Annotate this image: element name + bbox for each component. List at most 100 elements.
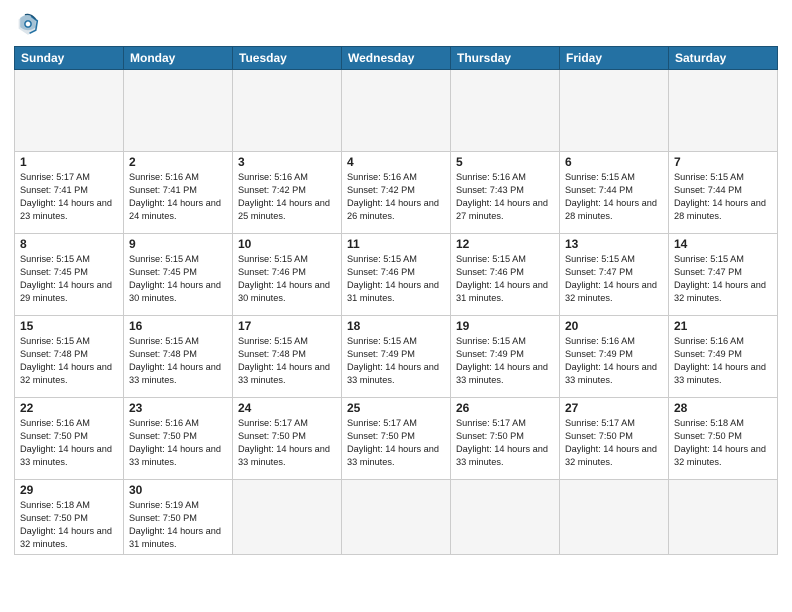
- day-number: 28: [674, 401, 772, 415]
- day-cell: [233, 480, 342, 555]
- day-number: 18: [347, 319, 445, 333]
- day-number: 27: [565, 401, 663, 415]
- day-cell: 18 Sunrise: 5:15 AMSunset: 7:49 PMDayligh…: [342, 316, 451, 398]
- col-header-friday: Friday: [560, 47, 669, 70]
- page: SundayMondayTuesdayWednesdayThursdayFrid…: [0, 0, 792, 612]
- day-cell: [669, 70, 778, 152]
- day-number: 29: [20, 483, 118, 497]
- cell-info: Sunrise: 5:16 AMSunset: 7:49 PMDaylight:…: [674, 335, 772, 387]
- day-cell: 4 Sunrise: 5:16 AMSunset: 7:42 PMDaylight…: [342, 152, 451, 234]
- col-header-monday: Monday: [124, 47, 233, 70]
- cell-info: Sunrise: 5:16 AMSunset: 7:49 PMDaylight:…: [565, 335, 663, 387]
- day-number: 1: [20, 155, 118, 169]
- day-number: 10: [238, 237, 336, 251]
- day-number: 24: [238, 401, 336, 415]
- cell-info: Sunrise: 5:17 AMSunset: 7:50 PMDaylight:…: [347, 417, 445, 469]
- cell-info: Sunrise: 5:15 AMSunset: 7:44 PMDaylight:…: [565, 171, 663, 223]
- day-cell: 19Sunrise: 5:15 AMSunset: 7:49 PMDayligh…: [451, 316, 560, 398]
- day-cell: 8Sunrise: 5:15 AMSunset: 7:45 PMDaylight…: [15, 234, 124, 316]
- cell-info: Sunrise: 5:15 AMSunset: 7:47 PMDaylight:…: [674, 253, 772, 305]
- col-header-thursday: Thursday: [451, 47, 560, 70]
- cell-info: Sunrise: 5:16 AMSunset: 7:42 PMDaylight:…: [238, 171, 336, 223]
- day-number: 17: [238, 319, 336, 333]
- day-cell: [124, 70, 233, 152]
- day-number: 7: [674, 155, 772, 169]
- calendar: SundayMondayTuesdayWednesdayThursdayFrid…: [14, 46, 778, 555]
- day-number: 6: [565, 155, 663, 169]
- day-cell: [560, 480, 669, 555]
- week-row-5: 29 Sunrise: 5:18 AMSunset: 7:50 PMDayligh…: [15, 480, 778, 555]
- day-number: 22: [20, 401, 118, 415]
- cell-info: Sunrise: 5:15 AMSunset: 7:48 PMDaylight:…: [20, 335, 118, 387]
- cell-info: Sunrise: 5:15 AMSunset: 7:47 PMDaylight:…: [565, 253, 663, 305]
- day-number: 12: [456, 237, 554, 251]
- day-cell: 21 Sunrise: 5:16 AMSunset: 7:49 PMDayligh…: [669, 316, 778, 398]
- cell-info: Sunrise: 5:15 AMSunset: 7:49 PMDaylight:…: [347, 335, 445, 387]
- day-cell: 2Sunrise: 5:16 AMSunset: 7:41 PMDaylight…: [124, 152, 233, 234]
- week-row-1: 1 Sunrise: 5:17 AMSunset: 7:41 PMDaylight…: [15, 152, 778, 234]
- day-cell: 7 Sunrise: 5:15 AMSunset: 7:44 PMDaylight…: [669, 152, 778, 234]
- day-number: 8: [20, 237, 118, 251]
- day-number: 9: [129, 237, 227, 251]
- cell-info: Sunrise: 5:19 AMSunset: 7:50 PMDaylight:…: [129, 499, 227, 551]
- day-cell: 10Sunrise: 5:15 AMSunset: 7:46 PMDayligh…: [233, 234, 342, 316]
- day-number: 21: [674, 319, 772, 333]
- day-number: 3: [238, 155, 336, 169]
- header-row: SundayMondayTuesdayWednesdayThursdayFrid…: [15, 47, 778, 70]
- cell-info: Sunrise: 5:15 AMSunset: 7:46 PMDaylight:…: [347, 253, 445, 305]
- day-cell: 1 Sunrise: 5:17 AMSunset: 7:41 PMDaylight…: [15, 152, 124, 234]
- day-cell: [451, 70, 560, 152]
- day-cell: 26 Sunrise: 5:17 AMSunset: 7:50 PMDayligh…: [451, 398, 560, 480]
- cell-info: Sunrise: 5:18 AMSunset: 7:50 PMDaylight:…: [20, 499, 118, 551]
- day-cell: 22 Sunrise: 5:16 AMSunset: 7:50 PMDayligh…: [15, 398, 124, 480]
- cell-info: Sunrise: 5:15 AMSunset: 7:46 PMDaylight:…: [456, 253, 554, 305]
- day-number: 20: [565, 319, 663, 333]
- day-number: 2: [129, 155, 227, 169]
- day-cell: 3 Sunrise: 5:16 AMSunset: 7:42 PMDaylight…: [233, 152, 342, 234]
- day-cell: 23 Sunrise: 5:16 AMSunset: 7:50 PMDayligh…: [124, 398, 233, 480]
- day-number: 5: [456, 155, 554, 169]
- cell-info: Sunrise: 5:18 AMSunset: 7:50 PMDaylight:…: [674, 417, 772, 469]
- logo: [14, 10, 46, 38]
- day-cell: [342, 480, 451, 555]
- cell-info: Sunrise: 5:17 AMSunset: 7:41 PMDaylight:…: [20, 171, 118, 223]
- week-row-3: 15 Sunrise: 5:15 AMSunset: 7:48 PMDayligh…: [15, 316, 778, 398]
- day-cell: [560, 70, 669, 152]
- day-cell: 15 Sunrise: 5:15 AMSunset: 7:48 PMDayligh…: [15, 316, 124, 398]
- day-cell: 30Sunrise: 5:19 AMSunset: 7:50 PMDayligh…: [124, 480, 233, 555]
- day-cell: 29 Sunrise: 5:18 AMSunset: 7:50 PMDayligh…: [15, 480, 124, 555]
- col-header-sunday: Sunday: [15, 47, 124, 70]
- week-row-2: 8 Sunrise: 5:15 AMSunset: 7:45 PMDaylight…: [15, 234, 778, 316]
- day-cell: [451, 480, 560, 555]
- day-number: 23: [129, 401, 227, 415]
- day-cell: 6 Sunrise: 5:15 AMSunset: 7:44 PMDaylight…: [560, 152, 669, 234]
- cell-info: Sunrise: 5:16 AMSunset: 7:42 PMDaylight:…: [347, 171, 445, 223]
- day-cell: 13Sunrise: 5:15 AMSunset: 7:47 PMDayligh…: [560, 234, 669, 316]
- cell-info: Sunrise: 5:17 AMSunset: 7:50 PMDaylight:…: [565, 417, 663, 469]
- day-cell: 12 Sunrise: 5:15 AMSunset: 7:46 PMDayligh…: [451, 234, 560, 316]
- day-cell: 9 Sunrise: 5:15 AMSunset: 7:45 PMDaylight…: [124, 234, 233, 316]
- day-cell: 27 Sunrise: 5:17 AMSunset: 7:50 PMDayligh…: [560, 398, 669, 480]
- day-cell: 24 Sunrise: 5:17 AMSunset: 7:50 PMDayligh…: [233, 398, 342, 480]
- day-cell: 11 Sunrise: 5:15 AMSunset: 7:46 PMDayligh…: [342, 234, 451, 316]
- day-number: 16: [129, 319, 227, 333]
- col-header-saturday: Saturday: [669, 47, 778, 70]
- cell-info: Sunrise: 5:16 AMSunset: 7:50 PMDaylight:…: [20, 417, 118, 469]
- cell-info: Sunrise: 5:16 AMSunset: 7:43 PMDaylight:…: [456, 171, 554, 223]
- day-number: 26: [456, 401, 554, 415]
- day-cell: [233, 70, 342, 152]
- cell-info: Sunrise: 5:15 AMSunset: 7:45 PMDaylight:…: [129, 253, 227, 305]
- cell-info: Sunrise: 5:17 AMSunset: 7:50 PMDaylight:…: [238, 417, 336, 469]
- cell-info: Sunrise: 5:15 AMSunset: 7:44 PMDaylight:…: [674, 171, 772, 223]
- day-number: 4: [347, 155, 445, 169]
- day-number: 19: [456, 319, 554, 333]
- day-number: 11: [347, 237, 445, 251]
- day-cell: 20 Sunrise: 5:16 AMSunset: 7:49 PMDayligh…: [560, 316, 669, 398]
- col-header-tuesday: Tuesday: [233, 47, 342, 70]
- day-cell: 17Sunrise: 5:15 AMSunset: 7:48 PMDayligh…: [233, 316, 342, 398]
- cell-info: Sunrise: 5:17 AMSunset: 7:50 PMDaylight:…: [456, 417, 554, 469]
- cell-info: Sunrise: 5:16 AMSunset: 7:50 PMDaylight:…: [129, 417, 227, 469]
- day-cell: 16Sunrise: 5:15 AMSunset: 7:48 PMDayligh…: [124, 316, 233, 398]
- day-cell: 14Sunrise: 5:15 AMSunset: 7:47 PMDayligh…: [669, 234, 778, 316]
- day-number: 15: [20, 319, 118, 333]
